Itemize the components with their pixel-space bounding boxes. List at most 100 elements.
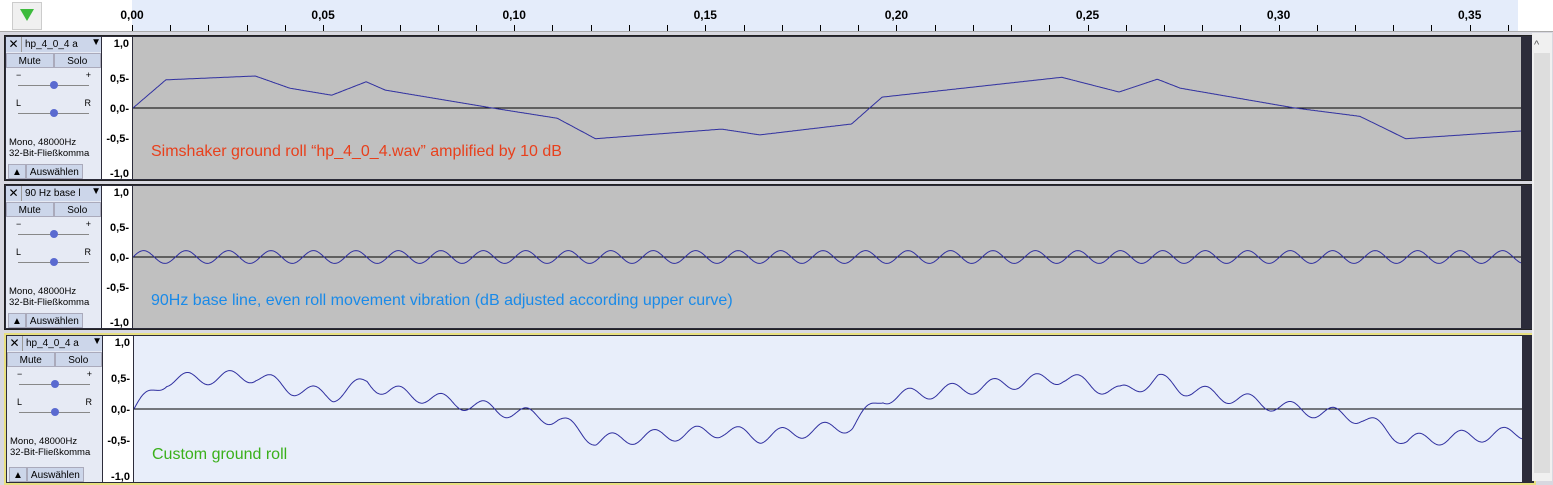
- gain-minus-label: −: [16, 219, 22, 229]
- ruler-tick: [132, 25, 133, 31]
- ruler-tick: [1316, 25, 1318, 31]
- ruler-tick-label: 0,15: [693, 8, 717, 22]
- ruler-tick: [1011, 25, 1012, 31]
- chevron-down-icon[interactable]: ▼: [92, 336, 102, 351]
- scale-label: -1,0: [110, 317, 129, 329]
- gain-slider[interactable]: − +: [6, 217, 101, 245]
- ruler-tick: [1125, 25, 1127, 31]
- mute-button[interactable]: Mute: [6, 53, 54, 68]
- pan-slider[interactable]: LR: [7, 395, 102, 423]
- track-bit-depth: 32-Bit-Fließkomma: [9, 297, 90, 308]
- amplitude-scale: 1,0 0,5- 0,0- -0,5- -1,0: [102, 37, 132, 180]
- pan-right-label: R: [85, 397, 93, 407]
- ruler-tick: [170, 25, 172, 31]
- gain-minus-label: −: [17, 369, 23, 379]
- ruler-tick: [246, 25, 248, 31]
- ruler-tick: [1355, 25, 1356, 31]
- track-bit-depth: 32-Bit-Fließkomma: [10, 447, 91, 458]
- pan-slider-knob[interactable]: [51, 408, 59, 416]
- ruler-tick: [1469, 25, 1471, 31]
- scale-label: 0,5-: [110, 222, 129, 234]
- ruler-tick: [1163, 25, 1165, 31]
- mute-button[interactable]: Mute: [6, 202, 54, 217]
- vertical-scrollbar[interactable]: ^: [1532, 33, 1552, 481]
- pan-slider-knob[interactable]: [50, 109, 58, 117]
- gain-slider-knob[interactable]: [51, 380, 59, 388]
- waveform-area[interactable]: 90Hz base line, even roll movement vibra…: [133, 186, 1521, 328]
- select-button[interactable]: Auswählen: [26, 467, 84, 482]
- select-button[interactable]: Auswählen: [25, 313, 83, 328]
- timeline-ruler[interactable]: 0,00 0,05 0,10 0,15 0,20 0,25 0,30 0,35: [0, 0, 1553, 32]
- chevron-down-icon[interactable]: ▼: [91, 186, 101, 201]
- track-name-menu[interactable]: hp_4_0_4 a: [23, 336, 92, 351]
- gain-slider[interactable]: − +: [6, 68, 101, 96]
- gain-slider-knob[interactable]: [50, 230, 58, 238]
- waveform-line: [133, 75, 1521, 140]
- audio-track[interactable]: ✕ hp_4_0_4 a ▼ Mute Solo − + LR Mono, 48000H…: [4, 35, 1534, 181]
- ruler-tick: [972, 25, 974, 31]
- ruler-tick: [1049, 25, 1051, 31]
- scale-label: -0,5-: [106, 282, 129, 294]
- ruler-tick: [475, 25, 477, 31]
- waveform-area[interactable]: Simshaker ground roll “hp_4_0_4.wav” amp…: [133, 37, 1521, 179]
- audio-track[interactable]: ✕ 90 Hz base l ▼ Mute Solo − + LR Mono, 4800…: [4, 184, 1534, 330]
- gain-slider[interactable]: − +: [7, 367, 102, 395]
- scale-label: 0,5-: [111, 373, 130, 385]
- close-track-button[interactable]: ✕: [6, 186, 22, 201]
- solo-button[interactable]: Solo: [54, 352, 102, 367]
- ruler-tick: [1278, 25, 1280, 31]
- solo-button[interactable]: Solo: [53, 202, 101, 217]
- ruler-tick: [208, 25, 210, 31]
- audio-track[interactable]: ✕ hp_4_0_4 a ▼ Mute Solo − + LR Mono, 48000H…: [4, 333, 1536, 485]
- scale-label: 0,0-: [110, 252, 129, 264]
- track-bit-depth: 32-Bit-Fließkomma: [9, 148, 90, 159]
- ruler-tick: [819, 25, 821, 31]
- close-track-button[interactable]: ✕: [6, 37, 22, 52]
- scale-label: 0,0-: [111, 404, 130, 416]
- scrollbar-thumb[interactable]: [1534, 53, 1550, 473]
- ruler-tick: [705, 25, 707, 31]
- waveform-area[interactable]: Custom ground roll: [134, 336, 1522, 482]
- ruler-tick: [1393, 25, 1395, 31]
- collapse-track-button[interactable]: ▲: [8, 164, 26, 179]
- selection-region: [132, 0, 1518, 31]
- ruler-tick: [1240, 25, 1242, 31]
- pan-slider[interactable]: LR: [6, 96, 101, 124]
- scroll-up-icon[interactable]: ^: [1534, 39, 1539, 51]
- track-name-menu[interactable]: 90 Hz base l: [22, 186, 91, 201]
- collapse-track-button[interactable]: ▲: [8, 313, 26, 328]
- select-button[interactable]: Auswählen: [25, 164, 83, 179]
- pan-left-label: L: [17, 397, 23, 407]
- collapse-track-button[interactable]: ▲: [9, 467, 27, 482]
- waveform: [134, 370, 1522, 446]
- ruler-tick: [1431, 25, 1433, 31]
- pan-slider-knob[interactable]: [50, 258, 58, 266]
- chevron-down-icon[interactable]: ▼: [91, 37, 101, 52]
- ruler-tick-label: 0,20: [884, 8, 909, 22]
- ruler-tick: [361, 25, 363, 31]
- ruler-tick: [1202, 25, 1204, 31]
- gain-minus-label: −: [16, 70, 22, 80]
- ruler-tick: [1507, 25, 1509, 31]
- ruler-tick: [437, 25, 439, 31]
- ruler-tick: [590, 25, 592, 31]
- track-format: Mono, 48000Hz: [10, 436, 78, 447]
- solo-button[interactable]: Solo: [53, 53, 101, 68]
- ruler-tick: [323, 25, 325, 31]
- track-name-menu[interactable]: hp_4_0_4 a: [22, 37, 91, 52]
- gain-plus-label: +: [85, 70, 91, 80]
- play-head-button[interactable]: [12, 2, 42, 30]
- pan-slider[interactable]: LR: [6, 245, 101, 273]
- pan-left-label: L: [16, 247, 22, 257]
- mute-button[interactable]: Mute: [7, 352, 55, 367]
- ruler-tick-label: 0,05: [311, 8, 335, 22]
- ruler-tick: [1087, 25, 1089, 31]
- pan-left-label: L: [16, 98, 22, 108]
- waveform-line: [134, 370, 1522, 446]
- gain-slider-knob[interactable]: [50, 81, 58, 89]
- scale-label: 0,0-: [110, 103, 129, 115]
- ruler-tick: [514, 25, 516, 31]
- track-format: Mono, 48000Hz: [9, 137, 77, 148]
- close-track-button[interactable]: ✕: [7, 336, 23, 351]
- pan-right-label: R: [84, 98, 92, 108]
